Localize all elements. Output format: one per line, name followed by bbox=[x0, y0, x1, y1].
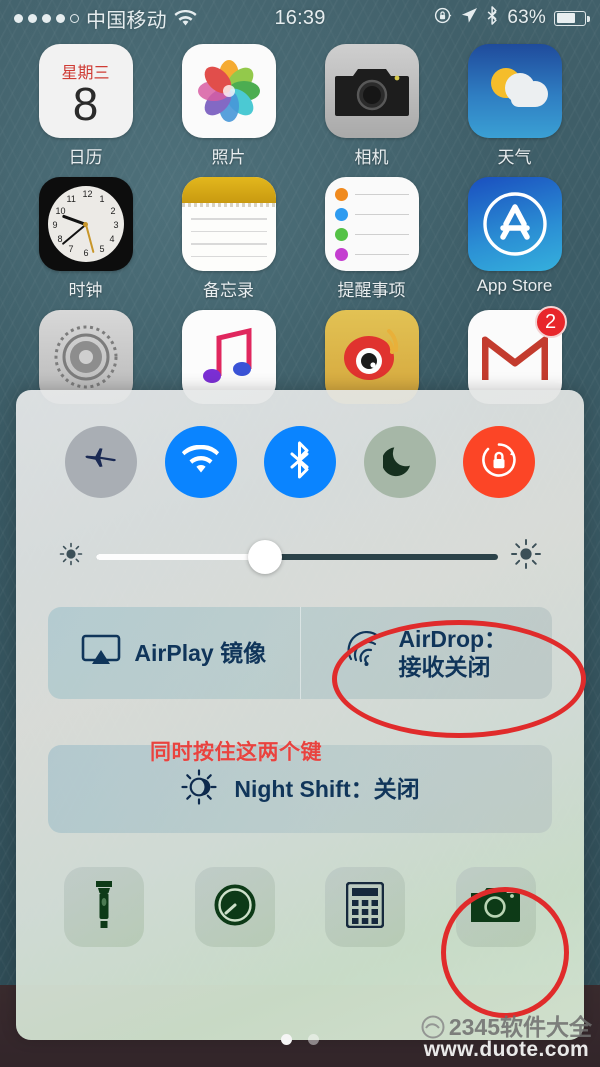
control-center-shortcuts bbox=[16, 833, 584, 947]
app-label: 时钟 bbox=[68, 281, 103, 300]
reminders-icon bbox=[324, 177, 419, 271]
airplay-mirroring-button[interactable]: AirPlay 镜像 bbox=[48, 607, 300, 699]
app-label: 日历 bbox=[68, 148, 103, 167]
app-label: App Store bbox=[476, 276, 553, 295]
calendar-day: 8 bbox=[72, 78, 99, 130]
app-app-store[interactable]: App Store bbox=[461, 177, 569, 301]
app-calendar[interactable]: 星期三 8 日历 bbox=[32, 44, 140, 168]
app-label: 提醒事项 bbox=[337, 281, 406, 300]
airplay-label: AirPlay 镜像 bbox=[134, 639, 267, 666]
app-row: 12 1 2 3 4 5 6 7 8 9 10 11 时钟 备忘录 提醒事项 A… bbox=[0, 177, 600, 301]
app-label: 相机 bbox=[354, 148, 389, 167]
bluetooth-toggle[interactable] bbox=[264, 426, 336, 498]
watermark-url: www.duote.com bbox=[423, 1037, 590, 1061]
timer-icon bbox=[212, 882, 258, 933]
airplay-airdrop-panel: AirPlay 镜像 AirDrop： 接收关闭 bbox=[48, 607, 552, 699]
status-bar-left: 中国移动 bbox=[14, 4, 197, 33]
app-reminders[interactable]: 提醒事项 bbox=[318, 177, 426, 301]
weather-icon bbox=[467, 44, 562, 138]
timer-shortcut[interactable] bbox=[194, 867, 275, 947]
iphone-screen: 中国移动 16:39 63% 星期三 8 日历 照片 相机 天气 12 1 2 … bbox=[0, 0, 600, 1067]
rotation-lock-icon bbox=[434, 6, 453, 31]
annotation-instruction-text: 同时按住这两个键 bbox=[150, 741, 322, 764]
camera-icon bbox=[469, 885, 521, 930]
app-camera[interactable]: 相机 bbox=[318, 44, 426, 168]
brightness-slider-row bbox=[16, 498, 584, 575]
watermark-logo-icon bbox=[421, 1015, 445, 1039]
airdrop-label-line2: 接收关闭 bbox=[398, 654, 491, 680]
home-screen-app-grid: 星期三 8 日历 照片 相机 天气 12 1 2 3 4 5 6 7 8 9 1… bbox=[0, 44, 600, 409]
wifi-icon bbox=[181, 444, 220, 480]
wifi-toggle[interactable] bbox=[164, 426, 237, 498]
wifi-icon bbox=[174, 9, 197, 27]
calculator-icon bbox=[346, 881, 385, 933]
airdrop-label: AirDrop： 接收关闭 bbox=[398, 625, 507, 681]
night-shift-label: Night Shift：关闭 bbox=[234, 775, 420, 802]
app-photos[interactable]: 照片 bbox=[175, 44, 283, 168]
signal-strength-icon bbox=[14, 13, 79, 23]
watermark-brand-row: 2345软件大全 bbox=[421, 1015, 592, 1039]
control-center-toggles bbox=[16, 390, 584, 498]
brightness-slider-fill bbox=[96, 553, 265, 560]
rotation-lock-toggle[interactable] bbox=[463, 426, 535, 498]
airplay-mirroring-icon bbox=[81, 634, 121, 673]
brightness-slider-thumb[interactable] bbox=[247, 539, 282, 574]
page-dot-2[interactable] bbox=[308, 1034, 319, 1045]
photos-icon bbox=[181, 44, 276, 138]
app-label: 照片 bbox=[211, 148, 246, 167]
watermark-brand: 2345软件大全 bbox=[448, 1013, 592, 1040]
clock-icon: 12 1 2 3 4 5 6 7 8 9 10 11 bbox=[38, 177, 133, 271]
airplane-mode-toggle[interactable] bbox=[65, 426, 137, 498]
calculator-shortcut[interactable] bbox=[325, 867, 406, 947]
app-store-icon bbox=[467, 177, 562, 271]
battery-percent-label: 63% bbox=[507, 7, 546, 28]
battery-icon bbox=[554, 10, 590, 26]
do-not-disturb-toggle[interactable] bbox=[363, 426, 436, 498]
airdrop-button[interactable]: AirDrop： 接收关闭 bbox=[299, 607, 553, 699]
app-row: 星期三 8 日历 照片 相机 天气 bbox=[0, 44, 600, 168]
airplane-icon bbox=[83, 442, 119, 483]
airdrop-icon bbox=[345, 630, 385, 676]
brightness-slider[interactable] bbox=[96, 539, 498, 574]
flashlight-icon bbox=[93, 880, 115, 935]
app-label: 天气 bbox=[497, 148, 532, 167]
brightness-low-icon bbox=[58, 541, 84, 572]
app-label: 备忘录 bbox=[203, 281, 254, 300]
app-clock[interactable]: 12 1 2 3 4 5 6 7 8 9 10 11 时钟 bbox=[32, 177, 140, 301]
rotation-lock-icon bbox=[479, 440, 519, 485]
status-bar-right: 63% bbox=[434, 5, 590, 31]
night-shift-icon bbox=[180, 768, 218, 811]
carrier-label: 中国移动 bbox=[86, 9, 167, 32]
watermark: 2345软件大全 www.duote.com bbox=[421, 1015, 592, 1061]
page-dot-1[interactable] bbox=[281, 1034, 292, 1045]
flashlight-shortcut[interactable] bbox=[64, 867, 144, 947]
airdrop-label-line1: AirDrop： bbox=[398, 625, 508, 652]
app-notes[interactable]: 备忘录 bbox=[175, 177, 283, 301]
moon-icon bbox=[381, 443, 417, 482]
bluetooth-icon bbox=[486, 5, 499, 31]
bluetooth-icon bbox=[288, 441, 312, 484]
control-center-panel: AirPlay 镜像 AirDrop： 接收关闭 Night Shift：关闭 bbox=[16, 390, 584, 1040]
notification-badge: 2 bbox=[534, 306, 567, 338]
location-arrow-icon bbox=[461, 7, 478, 30]
notes-icon bbox=[181, 177, 276, 271]
calendar-icon: 星期三 8 bbox=[38, 44, 133, 138]
status-bar: 中国移动 16:39 63% bbox=[0, 0, 600, 36]
camera-icon bbox=[324, 44, 419, 138]
app-weather[interactable]: 天气 bbox=[461, 44, 569, 168]
brightness-high-icon bbox=[510, 538, 542, 575]
clock-face: 12 1 2 3 4 5 6 7 8 9 10 11 bbox=[47, 186, 124, 262]
camera-shortcut[interactable] bbox=[455, 867, 536, 947]
